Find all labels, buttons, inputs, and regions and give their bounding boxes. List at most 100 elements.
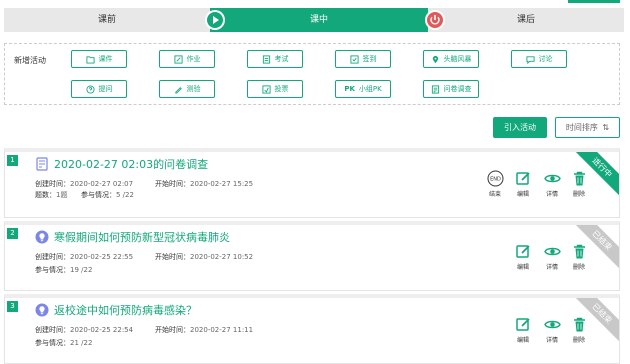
activity-label: 测验 bbox=[186, 85, 201, 93]
question-icon bbox=[85, 84, 95, 94]
activity-label: 课件 bbox=[98, 55, 113, 63]
end-badge-text: END bbox=[490, 177, 501, 183]
quiz-icon bbox=[174, 86, 182, 94]
activity-exam-button[interactable]: 考试 bbox=[247, 50, 303, 68]
activity-label: 投票 bbox=[274, 85, 289, 93]
survey-icon bbox=[36, 157, 48, 171]
exam-icon bbox=[262, 54, 270, 64]
participation-value: 19 /22 bbox=[70, 266, 93, 274]
stage-tabs: 课前 课中 课后 bbox=[4, 8, 624, 32]
activity-card[interactable]: 1 2020-02-27 02:03的问卷调查 创建时间：2020-02-27 … bbox=[4, 148, 620, 218]
detail-button[interactable]: 详情 bbox=[541, 316, 563, 344]
card-title[interactable]: 2020-02-27 02:03的问卷调查 bbox=[54, 156, 208, 172]
time-sort-button[interactable]: 时间排序 ⇅ bbox=[555, 117, 620, 138]
end-button[interactable]: END 结束 bbox=[484, 170, 506, 198]
edit-icon bbox=[515, 318, 530, 331]
end-label: 结束 bbox=[488, 191, 501, 198]
activity-homework-button[interactable]: 作业 bbox=[159, 50, 215, 68]
created-time: 创建时间：2020-02-27 02:07 bbox=[35, 179, 133, 189]
detail-button[interactable]: 详情 bbox=[541, 243, 563, 271]
start-time: 开始时间：2020-02-27 11:11 bbox=[155, 325, 253, 335]
delete-label: 删除 bbox=[572, 191, 585, 198]
power-icon[interactable] bbox=[425, 10, 445, 30]
edit-label: 编辑 bbox=[516, 337, 529, 344]
location-icon bbox=[432, 55, 438, 63]
participation-value: 21 /22 bbox=[70, 339, 93, 347]
participation-value: 5 /22 bbox=[116, 191, 134, 199]
card-title[interactable]: 返校途中如何预防病毒感染？ bbox=[54, 302, 197, 318]
activity-discussion-button[interactable]: 讨论 bbox=[511, 50, 567, 68]
participation-label: 参与情况： bbox=[35, 339, 70, 347]
start-value: 2020-02-27 15:25 bbox=[190, 180, 254, 188]
edit-button[interactable]: 编辑 bbox=[512, 170, 534, 198]
start-value: 2020-02-27 10:52 bbox=[190, 253, 254, 261]
eye-icon bbox=[543, 174, 561, 183]
edit-icon bbox=[515, 172, 530, 185]
created-time: 创建时间：2020-02-25 22:55 bbox=[35, 252, 133, 262]
edit-button[interactable]: 编辑 bbox=[512, 243, 534, 271]
activity-label: 讨论 bbox=[538, 55, 553, 63]
participation: 参与情况：19 /22 bbox=[35, 265, 92, 275]
delete-button[interactable]: 删除 bbox=[568, 243, 590, 271]
participation-label: 参与情况： bbox=[35, 266, 70, 274]
question-count: 题数：1题 bbox=[35, 190, 67, 200]
tab-before-class[interactable]: 课前 bbox=[4, 8, 210, 32]
activity-group-pk-button[interactable]: PK 小组PK bbox=[335, 80, 391, 98]
edit-button[interactable]: 编辑 bbox=[512, 316, 534, 344]
activity-quiz-button[interactable]: 测验 bbox=[159, 80, 215, 98]
delete-button[interactable]: 删除 bbox=[568, 316, 590, 344]
activity-label: 签到 bbox=[362, 55, 377, 63]
tab-during-label: 课中 bbox=[309, 15, 328, 25]
vote-icon bbox=[261, 84, 271, 94]
folder-icon bbox=[85, 55, 95, 64]
participation-label: 参与情况： bbox=[81, 191, 116, 199]
delete-button[interactable]: 删除 bbox=[568, 170, 590, 198]
card-number: 3 bbox=[7, 301, 18, 312]
activity-card[interactable]: 2 寒假期间如何预防新型冠状病毒肺炎 创建时间：2020-02-25 22:55… bbox=[4, 221, 620, 291]
tab-after-label: 课后 bbox=[516, 15, 535, 25]
activity-brainstorm-button[interactable]: 头脑风暴 bbox=[423, 50, 479, 68]
start-time: 开始时间：2020-02-27 15:25 bbox=[155, 179, 253, 189]
card-number: 2 bbox=[7, 228, 18, 239]
trash-icon bbox=[573, 317, 585, 332]
import-activity-button[interactable]: 引入活动 bbox=[493, 117, 547, 138]
end-icon: END bbox=[487, 170, 503, 187]
top-accent-bar bbox=[568, 0, 620, 3]
tab-after-class[interactable]: 课后 bbox=[428, 8, 624, 32]
card-title[interactable]: 寒假期间如何预防新型冠状病毒肺炎 bbox=[54, 229, 230, 245]
question-count-label: 题数： bbox=[35, 191, 56, 199]
activity-label: 提问 bbox=[98, 85, 113, 93]
created-label: 创建时间： bbox=[35, 180, 70, 188]
trash-icon bbox=[573, 244, 585, 259]
delete-label: 删除 bbox=[572, 264, 585, 271]
edit-label: 编辑 bbox=[516, 264, 529, 271]
edit-icon bbox=[173, 54, 183, 64]
activity-label: 问卷调查 bbox=[443, 85, 472, 93]
delete-label: 删除 bbox=[572, 337, 585, 344]
eye-icon bbox=[543, 320, 561, 329]
chat-icon bbox=[525, 55, 535, 64]
activity-vote-button[interactable]: 投票 bbox=[247, 80, 303, 98]
lightbulb-icon bbox=[35, 303, 49, 317]
checkin-icon bbox=[349, 54, 359, 64]
activity-survey-button[interactable]: 问卷调查 bbox=[423, 80, 479, 98]
participation: 参与情况：21 /22 bbox=[35, 338, 92, 348]
created-time: 创建时间：2020-02-25 22:54 bbox=[35, 325, 133, 335]
eye-icon bbox=[543, 247, 561, 256]
tab-during-class[interactable]: 课中 bbox=[210, 8, 428, 32]
activity-courseware-button[interactable]: 课件 bbox=[71, 50, 127, 68]
created-value: 2020-02-27 02:07 bbox=[70, 180, 134, 188]
activity-question-button[interactable]: 提问 bbox=[71, 80, 127, 98]
edit-label: 编辑 bbox=[516, 191, 529, 198]
play-icon[interactable] bbox=[205, 10, 225, 30]
detail-label: 详情 bbox=[545, 337, 558, 344]
new-activity-title: 新增活动 bbox=[14, 56, 46, 65]
start-label: 开始时间： bbox=[155, 253, 190, 261]
trash-icon bbox=[573, 171, 585, 186]
activity-checkin-button[interactable]: 签到 bbox=[335, 50, 391, 68]
question-count-value: 1题 bbox=[56, 191, 68, 199]
sort-icon: ⇅ bbox=[602, 123, 610, 132]
pk-icon: PK bbox=[344, 85, 355, 93]
detail-button[interactable]: 详情 bbox=[541, 170, 563, 198]
participation: 参与情况：5 /22 bbox=[81, 190, 134, 200]
